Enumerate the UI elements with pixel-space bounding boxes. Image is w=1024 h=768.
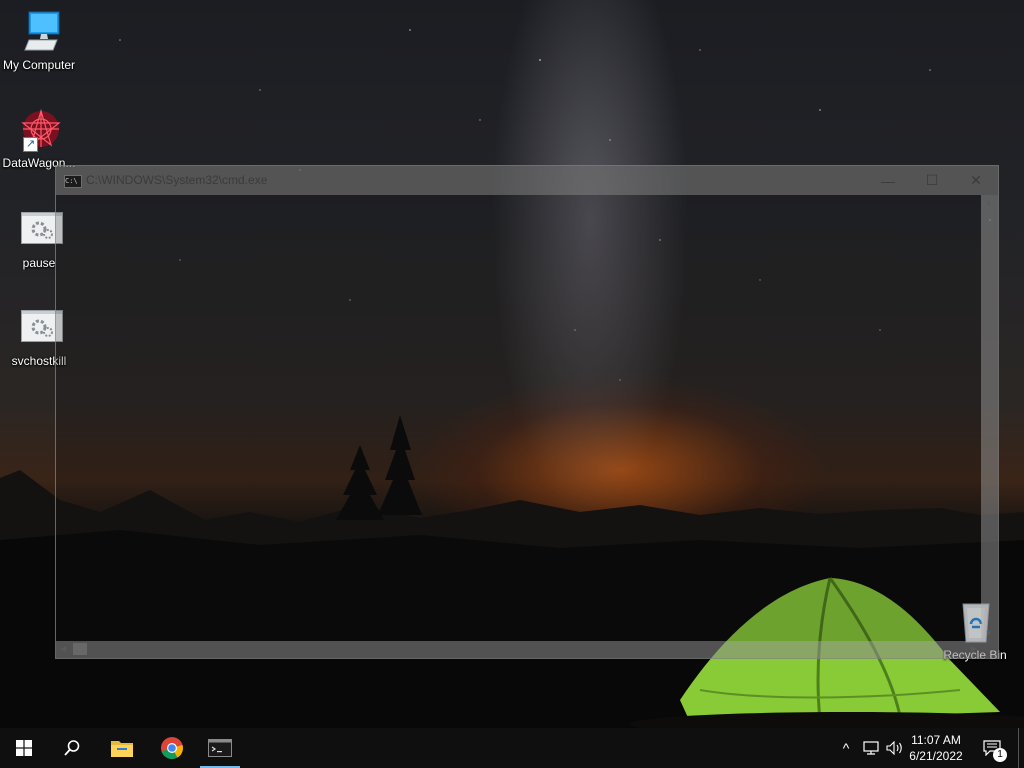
folder-icon [111, 741, 133, 757]
datawagon-app-icon: ↗ [15, 108, 63, 152]
chrome-icon [161, 737, 183, 760]
cmd-taskbar-button[interactable] [198, 728, 242, 768]
computer-icon [15, 10, 63, 54]
scrollbar-corner [981, 641, 998, 658]
minimize-button[interactable]: — [866, 166, 910, 195]
horizontal-scrollbar[interactable]: ◀ ▶ [56, 641, 981, 658]
network-icon[interactable] [860, 728, 882, 768]
desktop-icon-datawagon[interactable]: ↗ DataWagon... [0, 108, 78, 170]
file-explorer-button[interactable] [98, 728, 146, 768]
search-button[interactable] [48, 728, 96, 768]
notification-count-badge: 1 [993, 748, 1007, 762]
start-button[interactable] [0, 728, 48, 768]
show-desktop-button[interactable] [1018, 728, 1024, 768]
cmd-icon: C:\ [64, 175, 82, 188]
desktop-icon-label: My Computer [2, 58, 76, 72]
scroll-down-arrow-icon[interactable]: ▼ [985, 629, 993, 638]
taskbar-clock[interactable]: 11:07 AM 6/21/2022 [904, 732, 968, 764]
cmd-icon [208, 739, 232, 757]
clock-time: 11:07 AM [911, 733, 961, 747]
close-button[interactable]: ✕ [954, 166, 998, 195]
search-icon [64, 740, 80, 756]
shortcut-arrow-icon: ↗ [23, 137, 38, 152]
scroll-left-arrow-icon[interactable]: ◀ [60, 644, 66, 653]
clock-date: 6/21/2022 [909, 749, 963, 763]
desktop-icon-my-computer[interactable]: My Computer [0, 10, 78, 72]
vertical-scrollbar[interactable]: ▲ ▼ [981, 195, 998, 641]
maximize-button[interactable]: ☐ [910, 166, 954, 195]
scroll-up-arrow-icon[interactable]: ▲ [985, 198, 993, 207]
taskbar: ^ 11:07 AM 6/21/2022 1 [0, 728, 1024, 768]
show-hidden-icons-button[interactable]: ^ [836, 728, 856, 768]
cmd-window[interactable]: C:\ C:\WINDOWS\System32\cmd.exe — ☐ ✕ ▲ … [55, 165, 999, 659]
scroll-right-arrow-icon[interactable]: ▶ [971, 644, 977, 653]
console-output-area[interactable] [56, 195, 981, 641]
window-title: C:\WINDOWS\System32\cmd.exe [86, 173, 268, 187]
horizontal-scroll-thumb[interactable] [73, 643, 87, 655]
windows-logo-icon [16, 740, 32, 756]
volume-icon[interactable] [884, 728, 906, 768]
chrome-button[interactable] [148, 728, 196, 768]
cmd-titlebar[interactable]: C:\ C:\WINDOWS\System32\cmd.exe — ☐ ✕ [56, 166, 998, 195]
